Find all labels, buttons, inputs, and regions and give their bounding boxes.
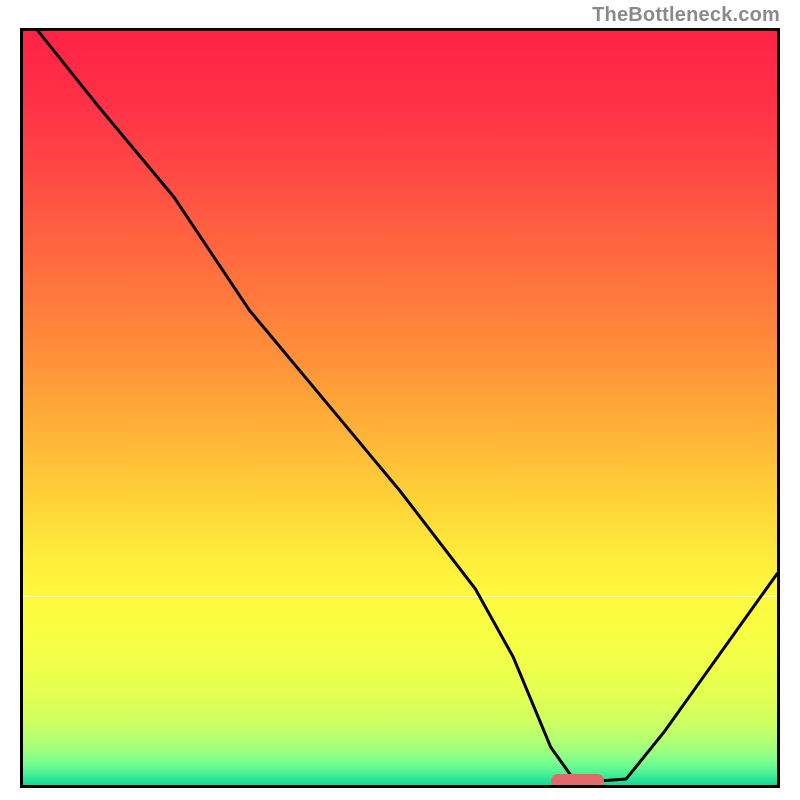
chart-frame: TheBottleneck.com: [0, 0, 800, 800]
optimal-marker: [551, 774, 604, 788]
bottleneck-curve: [23, 31, 777, 785]
watermark-text: TheBottleneck.com: [592, 4, 780, 27]
plot-area: [20, 28, 780, 788]
